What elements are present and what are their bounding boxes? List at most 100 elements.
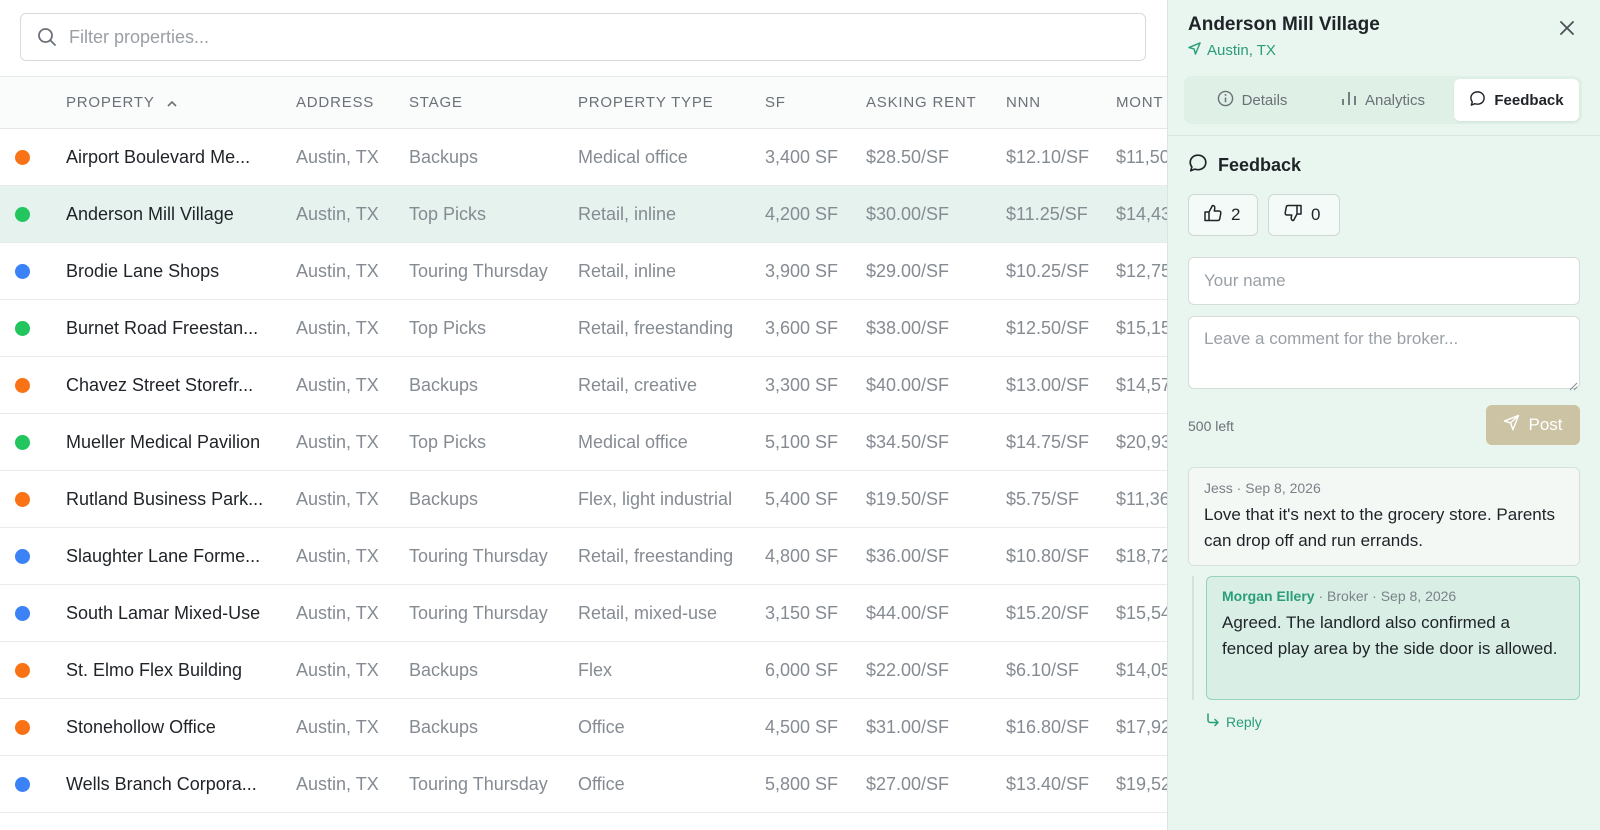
table-row[interactable]: Airport Boulevard Me... Austin, TX Backups…	[0, 129, 1167, 186]
cell-monthly: $12,75	[1116, 261, 1167, 281]
reply-meta-text: · Broker · Sep 8, 2026	[1314, 588, 1457, 604]
cell-property-name: Stonehollow Office	[66, 717, 216, 737]
cell-asking-rent: $22.00/SF	[866, 660, 950, 680]
resize-handle[interactable]	[1569, 378, 1578, 391]
table-row[interactable]: Mueller Medical Pavilion Austin, TX Top Pi…	[0, 414, 1167, 471]
cell-nnn: $16.80/SF	[1006, 717, 1090, 737]
column-header-nnn[interactable]: NNN	[1006, 77, 1041, 128]
cell-asking-rent: $28.50/SF	[866, 147, 950, 167]
reply-author: Morgan Ellery	[1222, 588, 1315, 604]
tab-label: Analytics	[1364, 91, 1426, 109]
cell-stage: Top Picks	[409, 318, 487, 338]
cell-property-type: Medical office	[578, 147, 688, 167]
feedback-heading-label: Feedback	[1218, 155, 1302, 175]
thread-line	[1192, 576, 1194, 700]
column-header-property-type[interactable]: PROPERTY TYPE	[578, 77, 713, 128]
cell-property-name: Brodie Lane Shops	[66, 261, 220, 281]
cell-property-type: Retail, inline	[578, 204, 677, 224]
post-button-label: Post	[1528, 415, 1563, 434]
cell-monthly: $18,72	[1116, 546, 1167, 566]
search-input[interactable]	[69, 14, 1145, 60]
tab-analytics[interactable]: Analytics	[1318, 79, 1448, 121]
close-panel-button[interactable]	[1556, 17, 1578, 39]
characters-left: 500 left	[1188, 418, 1234, 434]
column-header-property[interactable]: PROPERTY	[66, 77, 177, 128]
column-header-stage[interactable]: STAGE	[409, 77, 463, 128]
table-row[interactable]: Burnet Road Freestan... Austin, TX Top Pic…	[0, 300, 1167, 357]
cell-nnn: $5.75/SF	[1006, 489, 1080, 509]
cell-asking-rent: $34.50/SF	[866, 432, 950, 452]
cell-stage: Touring Thursday	[409, 603, 548, 623]
cell-property-type: Office	[578, 774, 625, 794]
table-row[interactable]: Stonehollow Office Austin, TX Backups Offic…	[0, 699, 1167, 756]
thumbs-up-button[interactable]: 2	[1188, 194, 1258, 236]
thumbs-up-icon	[1203, 203, 1223, 228]
cell-property-type: Medical office	[578, 432, 688, 452]
table-row[interactable]: Brodie Lane Shops Austin, TX Touring Thurs…	[0, 243, 1167, 300]
cell-stage: Backups	[409, 147, 479, 167]
stage-status-dot	[15, 264, 30, 279]
table-row[interactable]: South Lamar Mixed-Use Austin, TX Touring T…	[0, 585, 1167, 642]
cell-address: Austin, TX	[296, 717, 379, 737]
table-row[interactable]: Anderson Mill Village Austin, TX Top Picks…	[0, 186, 1167, 243]
cell-stage: Touring Thursday	[409, 774, 548, 794]
cell-stage: Top Picks	[409, 432, 487, 452]
cell-stage: Backups	[409, 660, 479, 680]
comment-text: Love that it's next to the grocery store…	[1204, 505, 1555, 550]
chat-bubble-icon	[1188, 153, 1208, 178]
name-field[interactable]	[1188, 257, 1580, 305]
cell-sf: 3,400 SF	[765, 147, 839, 167]
table-row[interactable]: Slaughter Lane Forme... Austin, TX Touring…	[0, 528, 1167, 585]
table-row[interactable]: Rutland Business Park... Austin, TX Backup…	[0, 471, 1167, 528]
stage-status-dot	[15, 321, 30, 336]
cell-property-type: Retail, mixed-use	[578, 603, 718, 623]
reply-label: Reply	[1226, 713, 1262, 730]
tab-feedback[interactable]: Feedback	[1454, 79, 1579, 121]
cell-property-name: Slaughter Lane Forme...	[66, 546, 261, 566]
cell-property-type: Retail, creative	[578, 375, 698, 395]
column-header-monthly[interactable]: MONT	[1116, 77, 1163, 128]
thumbs-down-button[interactable]: 0	[1268, 194, 1340, 236]
stage-status-dot	[15, 207, 30, 222]
cell-monthly: $11,363	[1116, 489, 1167, 509]
cell-sf: 5,100 SF	[765, 432, 839, 452]
cell-sf: 6,000 SF	[765, 660, 839, 680]
cell-sf: 5,800 SF	[765, 774, 839, 794]
cell-nnn: $14.75/SF	[1006, 432, 1090, 452]
table-row[interactable]: Chavez Street Storefr... Austin, TX Backup…	[0, 357, 1167, 414]
cell-property-type: Retail, inline	[578, 261, 677, 281]
cell-monthly: $15,54	[1116, 603, 1167, 623]
cell-asking-rent: $31.00/SF	[866, 717, 950, 737]
table-row[interactable]: Wells Branch Corpora... Austin, TX Touring…	[0, 756, 1167, 813]
reply-card: Morgan Ellery · Broker · Sep 8, 2026 Agr…	[1206, 576, 1580, 700]
cell-property-name: South Lamar Mixed-Use	[66, 603, 261, 623]
stage-status-dot	[15, 150, 30, 165]
thumbs-down-count: 0	[1311, 205, 1321, 224]
cell-nnn: $10.25/SF	[1006, 261, 1090, 281]
cell-address: Austin, TX	[296, 432, 379, 452]
comment-field[interactable]	[1188, 316, 1580, 389]
cell-sf: 3,600 SF	[765, 318, 839, 338]
cell-property-name: Airport Boulevard Me...	[66, 147, 251, 167]
column-header-sf[interactable]: SF	[765, 77, 786, 128]
cell-property-name: Burnet Road Freestan...	[66, 318, 259, 338]
cell-nnn: $11.25/SF	[1006, 204, 1088, 224]
cell-property-name: Wells Branch Corpora...	[66, 774, 257, 794]
cell-sf: 4,500 SF	[765, 717, 839, 737]
cell-asking-rent: $36.00/SF	[866, 546, 950, 566]
comment-meta: Jess · Sep 8, 2026	[1204, 480, 1321, 496]
post-button[interactable]: Post	[1486, 405, 1580, 445]
search-bar[interactable]	[20, 13, 1146, 61]
column-header-address[interactable]: ADDRESS	[296, 77, 374, 128]
reply-button[interactable]: Reply	[1206, 713, 1262, 730]
table-row[interactable]: St. Elmo Flex Building Austin, TX Backups F…	[0, 642, 1167, 699]
cell-nnn: $10.80/SF	[1006, 546, 1090, 566]
tab-details[interactable]: Details	[1198, 79, 1306, 121]
cell-asking-rent: $38.00/SF	[866, 318, 950, 338]
column-header-asking-rent[interactable]: ASKING RENT	[866, 77, 976, 128]
cell-stage: Backups	[409, 489, 479, 509]
cell-stage: Backups	[409, 717, 479, 737]
cell-address: Austin, TX	[296, 147, 379, 167]
tab-label: Details	[1241, 91, 1288, 109]
cell-sf: 3,150 SF	[765, 603, 839, 623]
